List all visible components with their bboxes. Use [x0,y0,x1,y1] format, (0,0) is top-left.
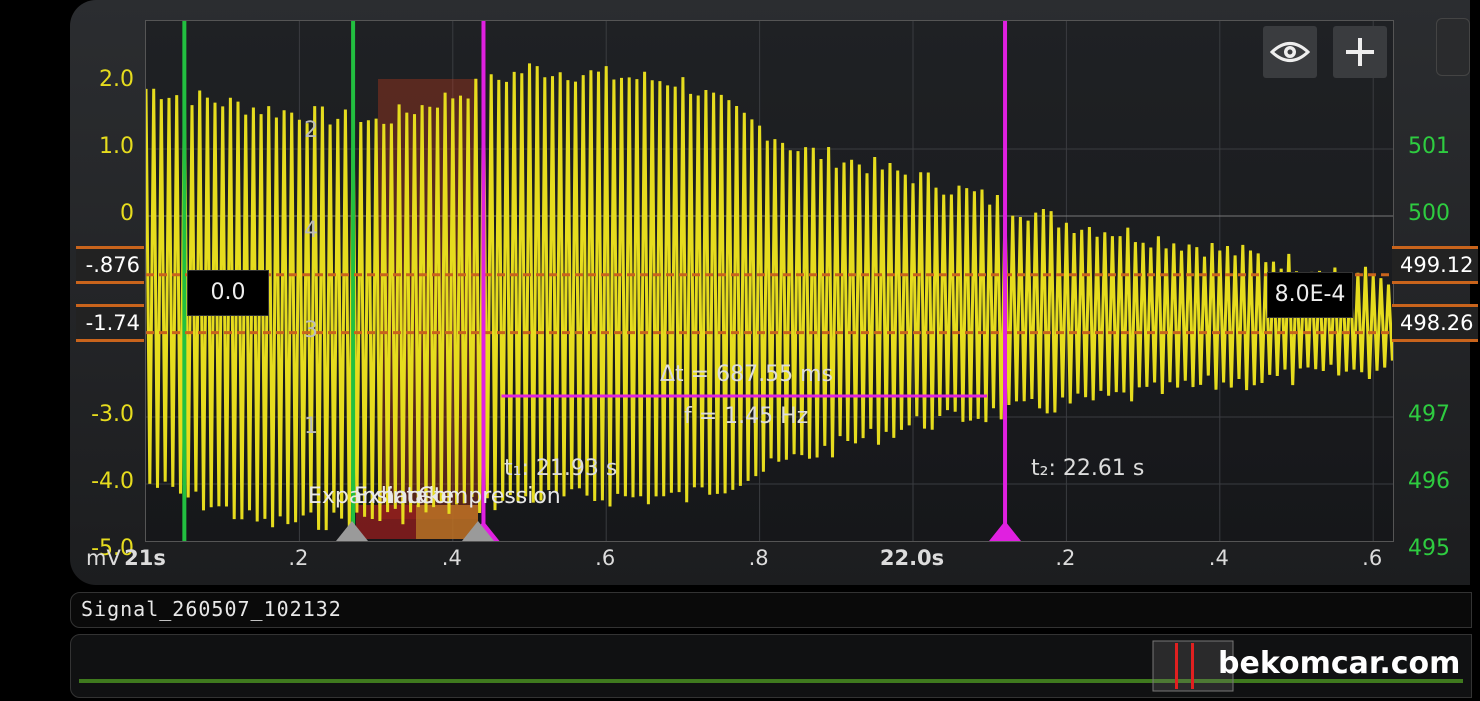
value-box-right: 8.0E-4 [1267,272,1353,318]
chart-svg[interactable] [146,21,1393,541]
stroke-label-compression: Compression [418,484,561,509]
plot-area[interactable] [145,20,1394,542]
signal-name: Signal_260507_102132 [81,597,342,621]
h-cursor-2-right[interactable]: 498.26 [1392,304,1478,342]
add-button[interactable] [1333,26,1387,78]
frequency-label: f = 1.45 Hz [684,404,809,429]
x-axis-tick: .2 [288,546,309,570]
right-axis-tick: 496 [1408,469,1450,494]
overview-marker [1175,643,1178,689]
delta-t-label: Δt = 687.55 ms [660,362,833,387]
signal-trace [146,63,1393,531]
overview-marker [1191,643,1194,689]
y-unit-label: mV [86,546,121,570]
value-box-left: 0.0 [187,270,269,316]
t2-label: t₂: 22.61 s [1031,456,1145,481]
t1-label: t₁: 21.93 s [504,456,618,481]
plus-icon [1346,38,1374,66]
cylinder-number: 2 [304,118,318,143]
left-axis-tick: -3.0 [91,402,134,427]
x-axis-tick: .6 [595,546,616,570]
cylinder-number: 3 [304,318,318,343]
x-axis-tick: .4 [1208,546,1229,570]
x-axis-tick: .4 [441,546,462,570]
x-axis-tick: .6 [1362,546,1383,570]
eye-icon [1270,42,1310,62]
x-axis-tick: .2 [1055,546,1076,570]
left-axis-tick: -4.0 [91,469,134,494]
time-cursor-handle [989,521,1022,541]
right-axis-tick: 497 [1408,402,1450,427]
left-axis-tick: 1.0 [99,134,134,159]
right-axis-tick: 501 [1408,134,1450,159]
x-axis-tick: 22.0s [879,546,945,570]
side-handle[interactable] [1436,18,1470,76]
cylinder-number: 1 [304,414,318,439]
h-cursor-1-left[interactable]: -.876 [76,246,144,284]
h-cursor-1-right[interactable]: 499.12 [1392,246,1478,284]
right-axis-tick: 495 [1408,536,1450,561]
view-toggle-button[interactable] [1263,26,1317,78]
cylinder-number: 4 [304,218,318,243]
right-axis-tick: 500 [1408,201,1450,226]
x-axis-tick: 21s [124,546,166,570]
h-cursor-2-left[interactable]: -1.74 [76,304,144,342]
left-axis-tick: 2.0 [99,67,134,92]
signal-name-bar[interactable]: Signal_260507_102132 [70,592,1472,628]
watermark: bekomcar.com [1218,646,1461,681]
left-axis-tick: 0 [120,201,134,226]
x-axis-tick: .8 [748,546,769,570]
